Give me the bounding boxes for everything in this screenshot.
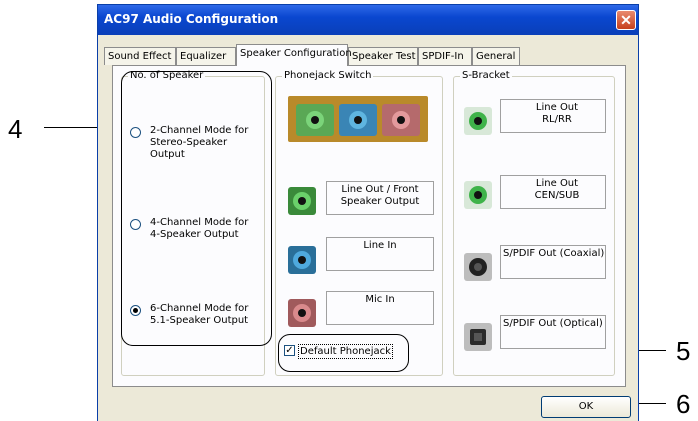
phonejack-switch-label: Phonejack Switch	[282, 70, 374, 82]
phonejack-strip	[288, 96, 428, 142]
line-out-rl-rr-jack[interactable]	[464, 107, 492, 135]
s-bracket-group: S-Bracket Line Out RL/RR Line Out CEN/SU…	[453, 70, 615, 376]
close-button[interactable]: ✕	[616, 10, 636, 30]
callout-5: 5	[676, 336, 691, 366]
tab-sound-effect[interactable]: Sound Effect	[104, 47, 176, 65]
callout-5-outline	[278, 334, 409, 372]
s-bracket-label: S-Bracket	[460, 70, 512, 82]
line-out-cen-sub-label: Line Out CEN/SUB	[500, 175, 606, 209]
tab-general[interactable]: General	[472, 47, 520, 65]
strip-pink-jack[interactable]	[382, 104, 420, 136]
tab-equalizer[interactable]: Equalizer	[176, 47, 236, 65]
line-in-label: Line In	[326, 237, 434, 271]
tab-spdif-in[interactable]: SPDIF-In	[418, 47, 472, 65]
line-out-front-label: Line Out / Front Speaker Output	[326, 181, 434, 215]
line-in-jack[interactable]	[288, 246, 316, 274]
mic-in-label: Mic In	[326, 291, 434, 325]
spdif-coaxial-label: S/PDIF Out (Coaxial)	[500, 245, 606, 279]
line-out-cen-sub-jack[interactable]	[464, 181, 492, 209]
strip-green-jack[interactable]	[296, 104, 334, 136]
spdif-optical-jack[interactable]	[464, 323, 492, 351]
phonejack-switch-group: Phonejack Switch Line Out / Front Speake…	[275, 70, 443, 376]
callout-6: 6	[676, 389, 691, 419]
line-out-front-jack[interactable]	[288, 187, 316, 215]
spdif-coaxial-jack[interactable]	[464, 253, 492, 281]
window-title: AC97 Audio Configuration	[104, 12, 279, 26]
tab-speaker-configuration[interactable]: Speaker Configuration	[236, 44, 352, 66]
title-bar[interactable]: AC97 Audio Configuration ✕	[98, 5, 638, 35]
callout-4: 4	[8, 114, 23, 144]
callout-4-outline	[121, 71, 272, 346]
strip-blue-jack[interactable]	[339, 104, 377, 136]
tab-speaker-test[interactable]: Speaker Test	[348, 47, 418, 65]
line-out-rl-rr-label: Line Out RL/RR	[500, 99, 606, 133]
spdif-optical-label: S/PDIF Out (Optical)	[500, 315, 606, 349]
ok-button[interactable]: OK	[541, 396, 631, 418]
mic-in-jack[interactable]	[288, 299, 316, 327]
